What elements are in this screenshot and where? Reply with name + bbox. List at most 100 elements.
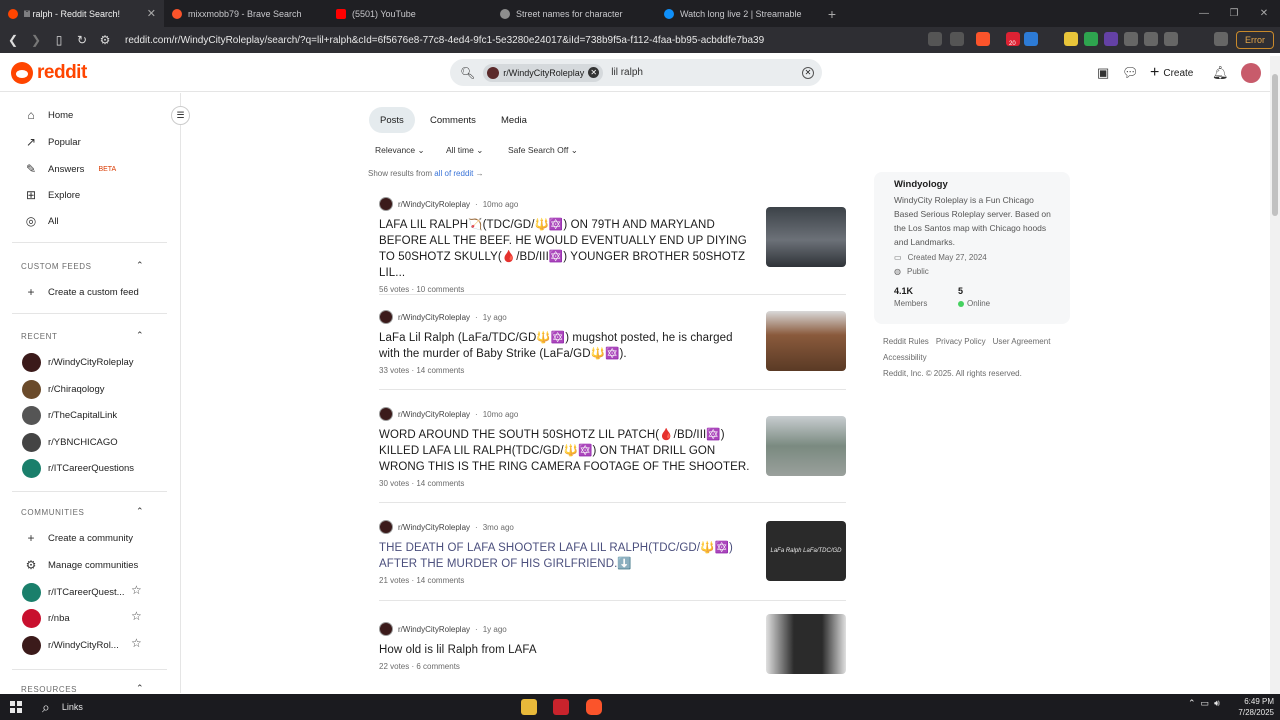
sidebar-item-recent[interactable]: r/TheCapitalLink	[22, 405, 117, 425]
ads-icon[interactable]: ▣	[1097, 65, 1109, 81]
user-agreement-link[interactable]: User Agreement	[993, 337, 1051, 346]
browser-tab-reddit[interactable]: lil ralph - Reddit Search! ✕	[0, 0, 164, 27]
recent-header[interactable]: RECENT	[21, 332, 58, 341]
tab-media[interactable]: Media	[490, 107, 538, 133]
post-title[interactable]: How old is lil Ralph from LAFA	[379, 642, 754, 658]
accessibility-link[interactable]: Accessibility	[883, 353, 927, 362]
community-name[interactable]: Windyology	[894, 179, 948, 190]
chevron-up-icon[interactable]: ⌃	[136, 506, 144, 517]
sidebar-item-home[interactable]: ⌂ Home	[24, 105, 73, 125]
browser-tab-brave[interactable]: mixxmobb79 - Brave Search	[164, 0, 328, 27]
twitch-extension-icon[interactable]	[1104, 32, 1118, 46]
post-comments[interactable]: 14 comments	[416, 479, 464, 488]
site-settings-icon[interactable]: ⚙	[95, 30, 115, 50]
search-bar[interactable]: 🔍︎ r/WindyCityRoleplay ✕ lil ralph ✕	[450, 59, 822, 86]
post-subreddit[interactable]: r/WindyCityRoleplay	[398, 200, 470, 209]
taskbar-links[interactable]: Links	[62, 702, 83, 712]
favorite-star-icon[interactable]: ☆	[131, 609, 142, 623]
new-tab-button[interactable]: +	[820, 0, 844, 27]
clear-search-icon[interactable]: ✕	[802, 66, 814, 79]
post-comments[interactable]: 14 comments	[416, 576, 464, 585]
notifications-bell-icon[interactable]: 🔔︎	[1212, 65, 1229, 81]
sidebar-item-popular[interactable]: ↗ Popular	[24, 132, 81, 152]
reddit-logo[interactable]: reddit	[11, 62, 87, 84]
search-result-post[interactable]: r/WindyCityRoleplay · 3mo ago THE DEATH …	[379, 520, 846, 585]
extension-icon[interactable]	[1124, 32, 1138, 46]
clock[interactable]: 6:49 PM 7/28/2025	[1234, 696, 1274, 718]
page-scrollbar[interactable]	[1270, 56, 1280, 694]
post-thumbnail[interactable]	[766, 614, 846, 674]
post-title[interactable]: LAFA LIL RALPH🏹(TDC/GD/🔱🔯) ON 79TH AND M…	[379, 217, 754, 281]
browser-tab-street-names[interactable]: Street names for character	[492, 0, 656, 27]
safe-search-dropdown[interactable]: Safe Search Off ⌄	[508, 145, 578, 156]
address-bar[interactable]: reddit.com/r/WindyCityRoleplay/search/?q…	[125, 35, 764, 46]
user-avatar[interactable]	[1241, 63, 1261, 83]
tab-comments[interactable]: Comments	[419, 107, 487, 133]
post-thumbnail[interactable]	[766, 311, 846, 371]
search-input[interactable]: lil ralph	[611, 67, 802, 78]
tab-posts[interactable]: Posts	[369, 107, 415, 133]
search-result-post[interactable]: r/WindyCityRoleplay · 1y ago How old is …	[379, 614, 846, 674]
file-explorer-icon[interactable]	[521, 699, 537, 715]
collapse-sidebar-button[interactable]: ☰	[171, 106, 190, 125]
post-subreddit[interactable]: r/WindyCityRoleplay	[398, 523, 470, 532]
close-window-icon[interactable]: ✕	[1248, 0, 1280, 27]
sidebar-item-community[interactable]: r/nba	[22, 608, 70, 628]
minimize-icon[interactable]: —	[1188, 0, 1220, 27]
communities-header[interactable]: COMMUNITIES	[21, 508, 85, 517]
reload-icon[interactable]: ↻	[72, 30, 92, 50]
privacy-policy-link[interactable]: Privacy Policy	[936, 337, 986, 346]
search-result-post[interactable]: r/WindyCityRoleplay · 1y ago LaFa Lil Ra…	[379, 310, 846, 375]
share-icon[interactable]	[950, 32, 964, 46]
chevron-up-icon[interactable]: ⌃	[136, 260, 144, 271]
sidebar-item-recent[interactable]: r/YBNCHICAGO	[22, 432, 118, 452]
post-subreddit[interactable]: r/WindyCityRoleplay	[398, 410, 470, 419]
chevron-up-icon[interactable]: ⌃	[136, 330, 144, 341]
sidebar-item-recent[interactable]: r/WindyCityRoleplay	[22, 352, 134, 372]
search-result-post[interactable]: r/WindyCityRoleplay · 10mo ago WORD AROU…	[379, 407, 846, 488]
post-comments[interactable]: 6 comments	[416, 662, 460, 671]
post-title[interactable]: THE DEATH OF LAFA SHOOTER LAFA LIL RALPH…	[379, 540, 754, 572]
post-comments[interactable]: 10 comments	[416, 285, 464, 294]
volume-icon[interactable]: 🔊︎	[1214, 698, 1220, 709]
sidebar-item-community[interactable]: r/WindyCityRol...	[22, 635, 119, 655]
browser-tab-streamable[interactable]: Watch long live 2 | Streamable	[656, 0, 820, 27]
post-thumbnail[interactable]: LaFa Ralph LaFa/TDC/GD	[766, 521, 846, 581]
search-scope-chip[interactable]: r/WindyCityRoleplay ✕	[483, 63, 604, 82]
extensions-puzzle-icon[interactable]	[1144, 32, 1158, 46]
sidebar-item-answers[interactable]: ✎ Answers BETA	[24, 159, 116, 179]
brave-browser-icon[interactable]	[586, 699, 602, 715]
post-thumbnail[interactable]	[766, 416, 846, 476]
post-title[interactable]: LaFa Lil Ralph (LaFa/TDC/GD🔱🔯) mugshot p…	[379, 330, 754, 362]
sidebar-item-community[interactable]: r/ITCareerQuest...	[22, 582, 125, 602]
network-icon[interactable]: ▭	[1201, 698, 1210, 709]
extension-icon[interactable]	[1064, 32, 1078, 46]
extension-icon[interactable]	[1084, 32, 1098, 46]
extension-icon[interactable]	[1024, 32, 1038, 46]
taskbar-app-icon[interactable]	[553, 699, 569, 715]
all-of-reddit-link[interactable]: all of reddit	[434, 169, 473, 178]
error-button[interactable]: Error	[1236, 31, 1274, 49]
taskbar-search-icon[interactable]: ⌕	[42, 699, 50, 716]
post-subreddit[interactable]: r/WindyCityRoleplay	[398, 313, 470, 322]
remove-scope-icon[interactable]: ✕	[588, 67, 600, 78]
search-result-post[interactable]: r/WindyCityRoleplay · 10mo ago LAFA LIL …	[379, 197, 846, 294]
sidebar-item-all[interactable]: ◎ All	[24, 211, 59, 231]
back-icon[interactable]: ❮	[3, 30, 23, 50]
chat-icon[interactable]: 💬︎	[1122, 65, 1139, 81]
post-thumbnail[interactable]	[766, 207, 846, 267]
sort-relevance-dropdown[interactable]: Relevance ⌄	[375, 145, 425, 156]
favorite-star-icon[interactable]: ☆	[131, 583, 142, 597]
post-subreddit[interactable]: r/WindyCityRoleplay	[398, 625, 470, 634]
screen-icon[interactable]	[928, 32, 942, 46]
reddit-rules-link[interactable]: Reddit Rules	[883, 337, 929, 346]
favorite-star-icon[interactable]: ☆	[131, 636, 142, 650]
sidebar-item-explore[interactable]: ⊞ Explore	[24, 185, 80, 205]
create-button[interactable]: + Create	[1150, 64, 1193, 82]
sidebar-item-recent[interactable]: r/ITCareerQuestions	[22, 458, 134, 478]
post-comments[interactable]: 14 comments	[416, 366, 464, 375]
create-custom-feed[interactable]: + Create a custom feed	[24, 282, 138, 302]
browser-tab-youtube[interactable]: (5501) YouTube	[328, 0, 492, 27]
custom-feeds-header[interactable]: CUSTOM FEEDS	[21, 262, 92, 271]
brave-shields-icon[interactable]	[976, 32, 990, 46]
